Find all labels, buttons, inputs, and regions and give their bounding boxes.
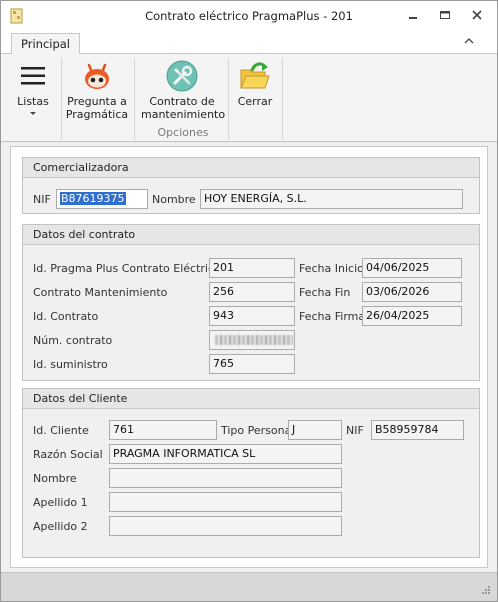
nif-value: B87619375 [60, 192, 126, 205]
collapse-ribbon-icon[interactable] [463, 35, 475, 47]
tab-principal[interactable]: Principal [11, 33, 81, 55]
cliente-nif-label: NIF [346, 424, 364, 437]
group-header-cliente: Datos del Cliente [23, 389, 479, 409]
ribbon-separator [228, 58, 229, 140]
group-header-contrato: Datos del contrato [23, 225, 479, 245]
folder-exit-icon [238, 59, 272, 93]
num-contrato-label: Núm. contrato [33, 334, 113, 347]
nombre-field[interactable]: HOY ENERGÍA, S.L. [200, 189, 463, 209]
nif-field[interactable]: B87619375 [56, 189, 148, 209]
id-suministro-label: Id. suministro [33, 358, 108, 371]
id-contrato-field[interactable]: 943 [209, 306, 295, 326]
apellido2-label: Apellido 2 [33, 520, 88, 533]
contrato-label-line2: mantenimiento [141, 108, 226, 121]
form-content: Comercializadora NIF B87619375 Nombre HO… [10, 146, 488, 568]
hamburger-menu-icon [16, 59, 50, 93]
pregunta-label: Pregunta a Pragmática [64, 95, 130, 121]
ribbon-separator [134, 58, 135, 140]
nif-label: NIF [33, 193, 51, 206]
restore-icon[interactable] [437, 7, 453, 23]
pregunta-label-line1: Pregunta a [67, 95, 127, 108]
group-datos-contrato: Datos del contrato Id. Pragma Plus Contr… [22, 224, 480, 381]
fecha-firma-label: Fecha Firma [299, 310, 366, 323]
ribbon-group-label: Opciones [157, 126, 209, 139]
group-header-comercializadora: Comercializadora [23, 158, 479, 178]
cerrar-label: Cerrar [237, 95, 273, 108]
num-contrato-field[interactable] [209, 330, 295, 350]
id-cliente-label: Id. Cliente [33, 424, 89, 437]
ribbon-separator [61, 58, 62, 140]
razon-social-field[interactable]: PRAGMA INFORMATICA SL [109, 444, 342, 464]
apellido1-field[interactable] [109, 492, 342, 512]
tipo-persona-label: Tipo Persona [221, 424, 292, 437]
id-contrato-label: Id. Contrato [33, 310, 99, 323]
masked-value [215, 335, 293, 345]
listas-button[interactable]: Listas [9, 54, 57, 142]
listas-label: Listas [17, 95, 49, 108]
fecha-fin-label: Fecha Fin [299, 286, 351, 299]
contrato-mantenimiento-field[interactable]: 256 [209, 282, 295, 302]
chevron-down-icon [30, 112, 36, 115]
contrato-label: Contrato de mantenimiento [141, 95, 226, 121]
id-suministro-field[interactable]: 765 [209, 354, 295, 374]
nombre-label: Nombre [152, 193, 196, 206]
id-pragma-label: Id. Pragma Plus Contrato Eléctrico [33, 262, 221, 275]
razon-social-label: Razón Social [33, 448, 103, 461]
contrato-mantenimiento-label: Contrato Mantenimiento [33, 286, 168, 299]
ribbon-tabstrip: Principal [1, 31, 497, 55]
pregunta-pragmatica-button[interactable]: Pregunta a Pragmática [64, 54, 130, 142]
cliente-nombre-field[interactable] [109, 468, 342, 488]
tools-icon [165, 59, 199, 93]
window-title: Contrato eléctrico PragmaPlus - 201 [145, 9, 353, 23]
pregunta-label-line2: Pragmática [65, 108, 129, 121]
id-pragma-field[interactable]: 201 [209, 258, 295, 278]
minimize-icon[interactable] [405, 7, 421, 23]
fecha-firma-field[interactable]: 26/04/2025 [362, 306, 462, 326]
title-bar: Contrato eléctrico PragmaPlus - 201 [1, 1, 497, 31]
group-comercializadora: Comercializadora NIF B87619375 Nombre HO… [22, 157, 480, 214]
cliente-nombre-label: Nombre [33, 472, 77, 485]
apellido1-label: Apellido 1 [33, 496, 88, 509]
apellido2-field[interactable] [109, 516, 342, 536]
fecha-fin-field[interactable]: 03/06/2026 [362, 282, 462, 302]
tipo-persona-field[interactable]: J [288, 420, 342, 440]
fecha-inicio-label: Fecha Inicio [299, 262, 364, 275]
id-cliente-field[interactable]: 761 [109, 420, 217, 440]
resize-grip-icon[interactable] [481, 585, 491, 595]
close-icon[interactable] [469, 7, 485, 23]
ribbon: Listas Pregunta a Pragmática Contrato de… [1, 54, 497, 142]
robot-icon [80, 59, 114, 93]
main-window: Contrato eléctrico PragmaPlus - 201 Prin… [0, 0, 498, 602]
cliente-nif-field[interactable]: B58959784 [371, 420, 464, 440]
contrato-label-line1: Contrato de [149, 95, 215, 108]
ribbon-separator [282, 58, 283, 140]
cerrar-button[interactable]: Cerrar [233, 54, 277, 142]
group-datos-cliente: Datos del Cliente Id. Cliente 761 Tipo P… [22, 388, 480, 558]
fecha-inicio-field[interactable]: 04/06/2025 [362, 258, 462, 278]
status-bar [1, 572, 497, 601]
